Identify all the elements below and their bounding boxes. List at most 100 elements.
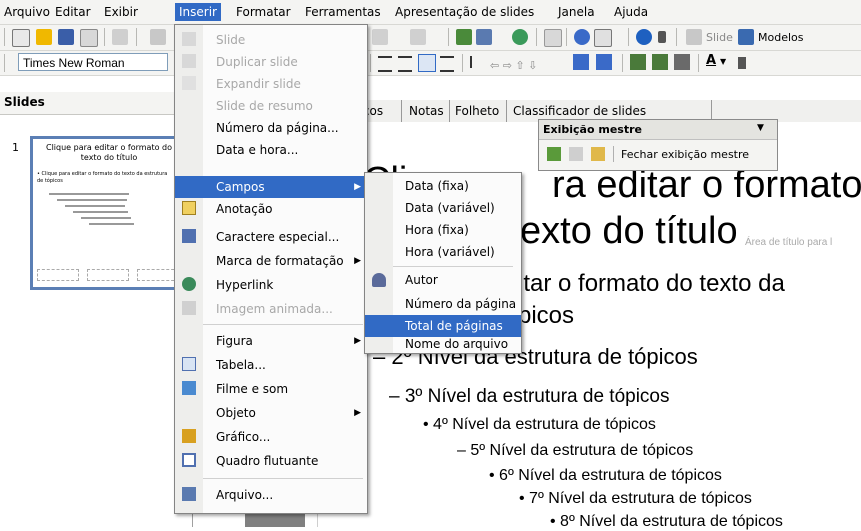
insert-table-item[interactable]: Tabela... [175, 354, 367, 376]
chevron-down-icon[interactable]: ▼ [757, 123, 764, 133]
close-master-view-button[interactable]: Fechar exibição mestre [621, 148, 749, 161]
toolbar-separator [370, 54, 371, 72]
slide-number: 1 [12, 141, 19, 154]
navigator-icon[interactable] [512, 29, 528, 45]
insert-object-item[interactable]: Objeto ▶ [175, 402, 367, 424]
insert-special-character-item[interactable]: Caractere especial... [175, 226, 367, 248]
menu-ferramentas[interactable]: Ferramentas [305, 5, 381, 19]
insert-duplicate-slide-item[interactable]: Duplicar slide [175, 51, 367, 73]
character-icon[interactable] [596, 54, 612, 70]
new-master-icon[interactable] [547, 147, 561, 161]
menu-item-label: Hora (fixa) [405, 223, 469, 237]
align-left-icon[interactable] [378, 56, 392, 72]
chevron-down-icon[interactable]: ▼ [720, 57, 726, 66]
font-name-input[interactable]: Times New Roman [18, 53, 168, 71]
promote-arrow-icon[interactable]: ⇦ ⇨ ⇧ ⇩ [490, 59, 537, 72]
bullets-icon[interactable] [470, 56, 486, 68]
field-page-number-item[interactable]: Número da página [365, 293, 521, 315]
insert-summary-slide-item[interactable]: Slide de resumo [175, 95, 367, 117]
email-icon[interactable] [80, 29, 98, 47]
toolbar-separator [566, 28, 567, 46]
insert-animated-image-item[interactable]: Imagem animada... [175, 298, 367, 320]
tab-icon[interactable] [630, 54, 646, 70]
insert-figure-item[interactable]: Figura ▶ [175, 330, 367, 352]
grid-icon[interactable] [544, 29, 562, 47]
menu-ajuda[interactable]: Ajuda [614, 5, 648, 19]
undo-icon[interactable] [372, 29, 388, 45]
modelos-button-label[interactable]: Modelos [758, 31, 804, 44]
delete-master-icon[interactable] [569, 147, 583, 161]
chart-icon[interactable] [456, 29, 472, 45]
insert-chart-item[interactable]: Gráfico... [175, 426, 367, 448]
rename-master-icon[interactable] [591, 147, 605, 161]
slide-button-label[interactable]: Slide [706, 31, 733, 44]
insert-movie-sound-item[interactable]: Filme e som [175, 378, 367, 400]
table-icon[interactable] [476, 29, 492, 45]
outline-level3-text: 3º Nível da estrutura de tópicos [404, 386, 670, 407]
redo-icon[interactable] [410, 29, 426, 45]
menu-item-label: Caractere especial... [216, 230, 340, 244]
menu-formatar[interactable]: Formatar [236, 5, 291, 19]
modelos-icon[interactable] [738, 29, 754, 45]
field-time-variable-item[interactable]: Hora (variável) [365, 241, 521, 263]
field-date-variable-item[interactable]: Data (variável) [365, 197, 521, 219]
insert-file-item[interactable]: Arquivo... [175, 484, 367, 506]
insert-date-time-item[interactable]: Data e hora... [175, 139, 367, 161]
justify-icon[interactable] [440, 56, 454, 72]
zoom-icon[interactable] [594, 29, 612, 47]
toolbar-separator [536, 28, 537, 46]
field-date-fixed-item[interactable]: Data (fixa) [365, 175, 521, 197]
save-icon[interactable] [58, 29, 74, 45]
align-right-icon[interactable] [418, 54, 436, 72]
pdf-icon[interactable] [150, 29, 166, 45]
insert-hyperlink-item[interactable]: Hyperlink [175, 274, 367, 296]
standard-toolbar: Slide Modelos [0, 25, 861, 51]
insert-fields-item[interactable]: Campos ▶ [175, 176, 367, 198]
slide-icon[interactable] [686, 29, 702, 45]
insert-page-number-item[interactable]: Número da página... [175, 117, 367, 139]
insert-expand-slide-item[interactable]: Expandir slide [175, 73, 367, 95]
field-time-fixed-item[interactable]: Hora (fixa) [365, 219, 521, 241]
menu-janela[interactable]: Janela [558, 5, 595, 19]
insert-floating-frame-item[interactable]: Quadro flutuante [175, 450, 367, 472]
paragraph-icon[interactable] [573, 54, 589, 70]
field-file-name-item[interactable]: Nome do arquivo [365, 333, 521, 355]
align-center-icon[interactable] [398, 56, 412, 72]
draw-functions-icon[interactable] [574, 29, 590, 45]
menu-arquivo[interactable]: Arquivo [4, 5, 50, 19]
toolbar-separator [628, 28, 629, 46]
submenu-arrow-icon: ▶ [354, 256, 361, 266]
menu-item-label: Figura [216, 334, 253, 348]
toolbar-separator [622, 54, 623, 72]
edit-file-icon[interactable] [112, 29, 128, 45]
menu-apresentacao[interactable]: Apresentação de slides [395, 5, 534, 19]
master-toolbar-titlebar: Exibição mestre ▼ [539, 120, 777, 140]
menu-item-label: Duplicar slide [216, 55, 298, 69]
menu-editar[interactable]: Editar [55, 5, 91, 19]
toolbar-options-icon[interactable] [738, 57, 746, 69]
thumb-footer-left [37, 269, 79, 281]
menu-exibir[interactable]: Exibir [104, 5, 138, 19]
tab-folheto[interactable]: Folheto [455, 104, 499, 118]
menu-inserir[interactable]: Inserir [175, 3, 221, 21]
toolbar-options-icon[interactable] [658, 31, 666, 43]
menu-item-label: Slide [216, 33, 246, 47]
chart-icon [182, 429, 196, 443]
outline-line1: itar o formato do texto da [518, 270, 785, 297]
table-of-tab-icon[interactable] [652, 54, 668, 70]
open-icon[interactable] [36, 29, 52, 45]
slide-icon [182, 32, 196, 46]
menu-item-label: Objeto [216, 406, 256, 420]
tab-divider [506, 100, 507, 122]
underline-a-icon[interactable]: A [706, 53, 716, 68]
insert-slide-item[interactable]: Slide [175, 29, 367, 51]
tab-notas[interactable]: Notas [409, 104, 444, 118]
list-icon[interactable] [674, 54, 690, 70]
insert-annotation-item[interactable]: Anotação [175, 198, 367, 220]
insert-formatting-mark-item[interactable]: Marca de formatação ▶ [175, 250, 367, 272]
new-icon[interactable] [12, 29, 30, 47]
help-icon[interactable] [636, 29, 652, 45]
field-author-item[interactable]: Autor [365, 269, 521, 291]
slide-thumbnail[interactable]: Clique para editar o formato do texto do… [30, 136, 186, 290]
tab-classificador[interactable]: Classificador de slides [513, 104, 646, 118]
